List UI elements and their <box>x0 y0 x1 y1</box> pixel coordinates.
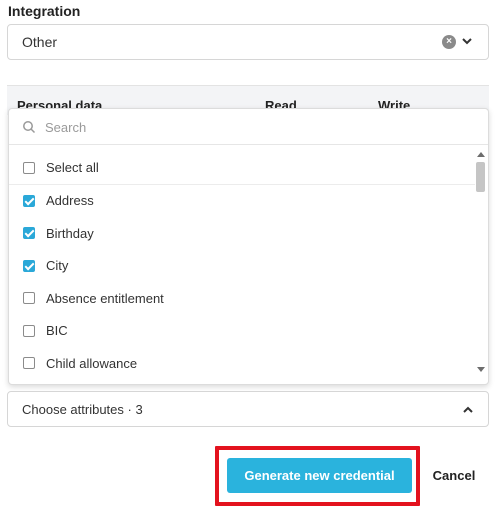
chevron-down-icon[interactable] <box>460 34 474 48</box>
option-label: Select all <box>46 160 99 176</box>
checkbox[interactable] <box>23 324 35 337</box>
scroll-thumb[interactable] <box>476 162 485 192</box>
list-item[interactable]: Child allowance <box>9 347 475 380</box>
generate-new-credential-button[interactable]: Generate new credential <box>227 458 412 493</box>
list-item[interactable]: City <box>9 250 475 283</box>
checkbox[interactable] <box>23 292 35 305</box>
integration-selected-value: Other <box>22 34 58 50</box>
scroll-down-arrow-icon[interactable] <box>477 367 485 372</box>
integration-label: Integration <box>8 3 81 19</box>
checkbox[interactable] <box>23 227 35 240</box>
clear-icon[interactable]: × <box>442 35 456 49</box>
checkbox[interactable] <box>23 194 35 207</box>
chevron-up-icon[interactable] <box>462 404 474 416</box>
scroll-up-arrow-icon[interactable] <box>477 152 485 157</box>
choose-attributes-summary: Choose attributes · 3 <box>22 401 143 417</box>
cancel-button[interactable]: Cancel <box>421 458 487 493</box>
dropdown-scrollbar[interactable] <box>473 152 488 380</box>
option-list: Select all Address Birthday City Absence ent… <box>9 152 475 380</box>
option-label: Absence entitlement <box>46 290 164 306</box>
attribute-dropdown: Select all Address Birthday City Absence ent… <box>8 108 489 385</box>
choose-attributes-select[interactable]: Choose attributes · 3 <box>7 391 489 427</box>
checkbox[interactable] <box>23 357 35 370</box>
option-label: BIC <box>46 323 68 339</box>
search-row <box>9 109 488 145</box>
list-item[interactable]: Address <box>9 185 475 218</box>
checkbox[interactable] <box>23 161 35 174</box>
option-label: Address <box>46 193 94 209</box>
option-label: Child allowance <box>46 355 138 371</box>
integration-select[interactable]: Other × <box>7 24 489 60</box>
checkbox[interactable] <box>23 259 35 272</box>
list-item[interactable]: BIC <box>9 315 475 348</box>
list-item[interactable]: Birthday <box>9 217 475 250</box>
option-label: City <box>46 258 69 274</box>
option-label: Birthday <box>46 225 94 241</box>
select-all-option[interactable]: Select all <box>9 152 475 185</box>
search-icon <box>23 121 36 134</box>
search-input[interactable] <box>45 115 445 139</box>
list-item[interactable]: Absence entitlement <box>9 282 475 315</box>
